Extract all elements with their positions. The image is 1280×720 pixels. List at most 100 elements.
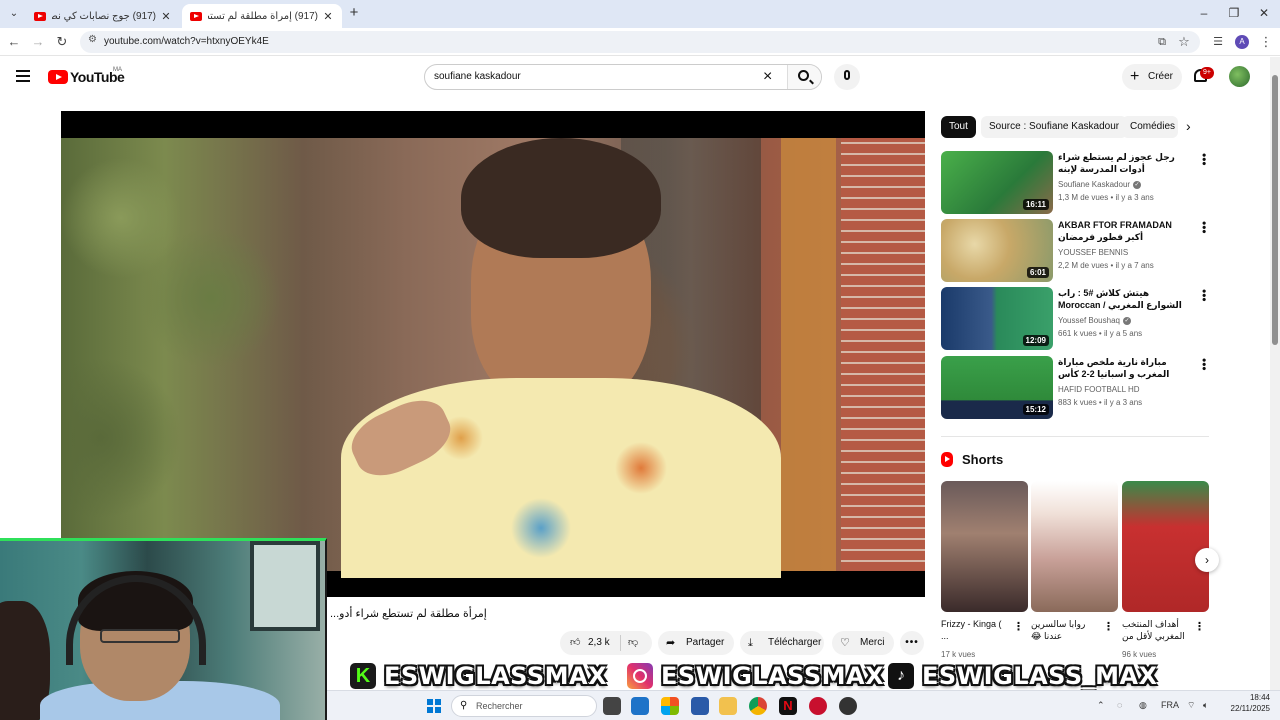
chevron-right-icon[interactable]: ›	[1186, 118, 1191, 134]
shorts-next-icon[interactable]: ›	[1195, 548, 1219, 572]
tray-app-icon[interactable]: ◍	[1139, 700, 1147, 711]
search-icon	[798, 70, 809, 81]
window-close-icon[interactable]: ✕	[1256, 6, 1272, 20]
share-button[interactable]: ➦ Partager	[658, 631, 734, 655]
channel-name[interactable]: Youssef Boushaq ✓	[1058, 316, 1131, 325]
app-icon[interactable]	[809, 697, 827, 715]
forward-icon[interactable]: →	[30, 33, 46, 51]
clock-time: 18:44	[1249, 693, 1270, 702]
scrollbar-thumb[interactable]	[1272, 75, 1278, 345]
chip-comedies[interactable]: Comédies	[1122, 116, 1178, 138]
tray-chevron-icon[interactable]: ⌃	[1097, 700, 1105, 711]
app-icon[interactable]	[839, 697, 857, 715]
site-info-icon[interactable]: ⚙	[88, 34, 97, 45]
app-icon[interactable]	[691, 697, 709, 715]
chrome-profile-avatar[interactable]: A	[1235, 35, 1249, 49]
windows-start-icon[interactable]	[427, 699, 441, 713]
store-icon[interactable]	[661, 697, 679, 715]
channel-name[interactable]: HAFID FOOTBALL HD	[1058, 385, 1140, 394]
tiktok-logo-icon: ♪	[888, 663, 914, 689]
thumbs-down-icon[interactable]: 👎︎	[628, 631, 638, 655]
file-explorer-icon[interactable]	[719, 697, 737, 715]
channel-name[interactable]: YOUSSEF BENNIS	[1058, 248, 1128, 257]
channel-name[interactable]: Soufiane Kaskadour ✓	[1058, 180, 1142, 189]
video-meta: 2,2 M de vues • il y a 7 ans	[1058, 261, 1154, 270]
new-tab-button[interactable]: +	[346, 4, 362, 22]
plus-icon: +	[1130, 68, 1140, 85]
reload-icon[interactable]: ↻	[54, 33, 70, 51]
create-label: Créer	[1148, 71, 1174, 82]
taskbar-search[interactable]: ⚲ Rechercher	[451, 695, 597, 717]
tab-search-dropdown-icon[interactable]: ⌄	[6, 6, 22, 22]
search-box[interactable]: soufiane kaskadour ×	[424, 64, 822, 90]
tab-close-icon[interactable]: ✕	[322, 10, 334, 23]
page-scrollbar[interactable]	[1270, 57, 1280, 692]
more-vert-icon[interactable]: •••	[1197, 153, 1211, 166]
share-icon: ➦	[666, 637, 676, 649]
user-avatar[interactable]	[1229, 66, 1250, 87]
wifi-icon[interactable]: ⌔	[1187, 700, 1195, 711]
tray-app-icon[interactable]: ◌	[1117, 700, 1122, 710]
netflix-icon[interactable]: N	[779, 697, 797, 715]
edge-icon[interactable]	[631, 697, 649, 715]
recommendation-item[interactable]: 16:11 رجل عجوز لم يستطع شراء أدوات المدر…	[941, 151, 1211, 214]
download-button[interactable]: ⤓ Télécharger	[740, 631, 824, 655]
video-thumbnail[interactable]: 16:11	[941, 151, 1053, 214]
taskbar-clock[interactable]: 18:44 22/11/2025	[1222, 692, 1270, 714]
search-input[interactable]: soufiane kaskadour	[434, 71, 521, 82]
recommendation-title[interactable]: مباراة نارية ملخص مباراة المغرب و اسباني…	[1058, 356, 1186, 380]
more-vert-icon[interactable]: ⋮	[1194, 620, 1205, 633]
more-vert-icon[interactable]: ⋮	[1013, 620, 1024, 633]
video-frame-hair	[461, 138, 661, 258]
back-icon[interactable]: ←	[6, 33, 22, 51]
short-thumbnail[interactable]	[941, 481, 1028, 612]
volume-icon[interactable]: 🔈︎	[1203, 700, 1208, 711]
recommendation-item[interactable]: 6:01 AKBAR FTOR FRAMADAN أكبر فطور فرمضا…	[941, 219, 1211, 282]
recommendation-item[interactable]: 15:12 مباراة نارية ملخص مباراة المغرب و …	[941, 356, 1211, 419]
tiktok-handle: ♪ ESWIGLASS_MAX	[888, 662, 1158, 690]
more-vert-icon[interactable]: ⋮	[1103, 620, 1114, 633]
restore-icon[interactable]: ❐	[1226, 6, 1242, 20]
language-indicator[interactable]: FRA	[1161, 700, 1179, 710]
clock-date: 22/11/2025	[1230, 704, 1270, 713]
voice-search-button[interactable]	[834, 64, 860, 90]
bookmark-star-icon[interactable]: ☆	[1176, 33, 1192, 51]
video-frame-wall	[781, 138, 836, 571]
reading-list-icon[interactable]: ☰	[1210, 33, 1226, 51]
like-dislike-button[interactable]: 👍︎ 2,3 k 👎︎	[560, 631, 652, 655]
browser-tab-active[interactable]: (917) إمرأة مطلقة لم تستطع شر... ✕	[182, 4, 342, 28]
recommendation-title[interactable]: هيتش كلاش #5 : راب الشوارع المغربي / Mor…	[1058, 287, 1186, 311]
install-app-icon[interactable]: ⧉	[1154, 33, 1170, 51]
video-thumbnail[interactable]: 6:01	[941, 219, 1053, 282]
more-vert-icon[interactable]: •••	[1197, 289, 1211, 302]
chip-source[interactable]: Source : Soufiane Kaskadour	[981, 116, 1128, 138]
recommendation-title[interactable]: رجل عجوز لم يستطع شراء أدوات المدرسة لإب…	[1058, 151, 1186, 175]
more-actions-button[interactable]: •••	[900, 631, 924, 655]
chrome-icon[interactable]	[749, 697, 767, 715]
short-title[interactable]: روابا سالسرين عندنا 😂	[1031, 618, 1101, 642]
short-thumbnail[interactable]	[1031, 481, 1118, 612]
video-player[interactable]	[61, 111, 925, 597]
task-view-icon[interactable]	[603, 697, 621, 715]
search-button[interactable]	[787, 65, 821, 89]
recommendation-item[interactable]: 12:09 هيتش كلاش #5 : راب الشوارع المغربي…	[941, 287, 1211, 350]
chrome-menu-icon[interactable]: ⋮	[1258, 33, 1274, 51]
create-button[interactable]: + Créer	[1122, 64, 1182, 90]
short-title[interactable]: أهداف المنتخب المغربي لأقل من 20 ...	[1122, 618, 1192, 642]
clear-search-icon[interactable]: ×	[763, 67, 772, 87]
chip-all[interactable]: Tout	[941, 116, 976, 138]
browser-tab[interactable]: (917) جوج نصابات كي نصبو على ... ✕	[26, 4, 180, 28]
menu-hamburger-icon[interactable]	[16, 70, 30, 82]
more-vert-icon[interactable]: •••	[1197, 221, 1211, 234]
recommendation-title[interactable]: AKBAR FTOR FRAMADAN أكبر فطور فرمضان	[1058, 219, 1186, 243]
video-thumbnail[interactable]: 12:09	[941, 287, 1053, 350]
minimize-icon[interactable]: –	[1196, 6, 1212, 20]
address-bar[interactable]: ⚙ youtube.com/watch?v=htxnyOEYk4E	[80, 31, 1200, 53]
thumbs-up-icon[interactable]: 👍︎	[570, 631, 580, 655]
thanks-button[interactable]: ♡ Merci	[832, 631, 894, 655]
tab-close-icon[interactable]: ✕	[160, 10, 172, 23]
more-vert-icon[interactable]: •••	[1197, 358, 1211, 371]
video-thumbnail[interactable]: 15:12	[941, 356, 1053, 419]
short-title[interactable]: Frizzy - Kinga ( ...	[941, 618, 1011, 642]
short-thumbnail[interactable]	[1122, 481, 1209, 612]
